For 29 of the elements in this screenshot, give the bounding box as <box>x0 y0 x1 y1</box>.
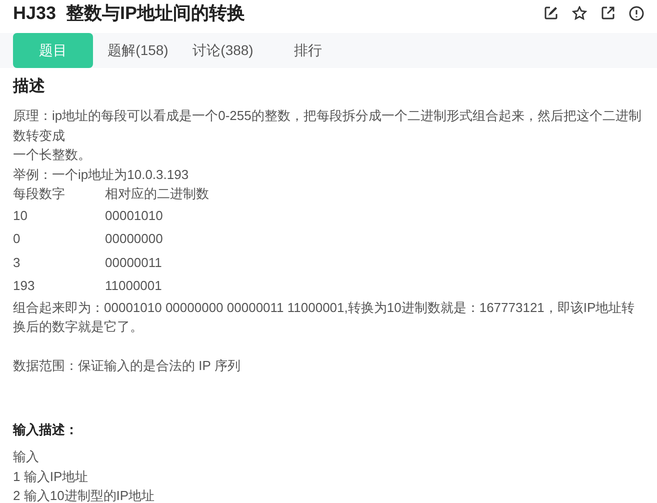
table-cell-text: 193 <box>13 277 36 295</box>
column-heading: 每段数字 <box>13 185 66 203</box>
edit-icon[interactable] <box>544 6 558 20</box>
paragraph: 输入 <box>13 448 40 466</box>
paragraph: 原理：ip地址的每段可以看成是一个0-255的整数，把每段拆分成一个二进制形式组合起来，然后把这个二进制数转变成 <box>13 107 642 144</box>
page-title: 整数与IP地址间的转换 <box>66 2 246 24</box>
column-heading: 相对应的二进制数 <box>105 185 210 203</box>
paragraph: 数据范围：保证输入的是合法的 IP 序列 <box>13 357 242 375</box>
table-cell-text: 00000011 <box>105 254 163 272</box>
paragraph: 一个长整数。 <box>13 146 92 164</box>
table-cell-text: 00001010 <box>105 206 164 224</box>
section-heading: 描述 <box>13 76 46 97</box>
tab[interactable]: 题解(158) <box>98 33 178 68</box>
tab[interactable]: 讨论(388) <box>183 33 263 68</box>
table-cell-text: 00000000 <box>105 230 164 248</box>
star-icon[interactable] <box>572 6 587 20</box>
table-cell-text: 11000001 <box>105 277 163 295</box>
page-title: HJ33 <box>13 2 56 24</box>
table-cell-text: 10 <box>13 206 28 224</box>
tab[interactable]: 排行 <box>268 33 348 68</box>
paragraph: 2 输入10进制型的IP地址 <box>13 487 156 503</box>
info-icon[interactable] <box>629 6 644 20</box>
section-heading: 输入描述： <box>13 420 79 438</box>
table-cell-text: 0 <box>13 230 22 248</box>
paragraph: 组合起来即为：00001010 00000000 00000011 11000001,转换为10进制数就是：167773121，即该IP地址转换后的数字就是它了。 <box>13 298 636 336</box>
paragraph: 1 输入IP地址 <box>13 468 90 486</box>
share-icon[interactable] <box>601 6 615 20</box>
table-cell-text: 3 <box>13 254 22 272</box>
paragraph: 举例：一个ip地址为10.0.3.193 <box>13 166 190 184</box>
